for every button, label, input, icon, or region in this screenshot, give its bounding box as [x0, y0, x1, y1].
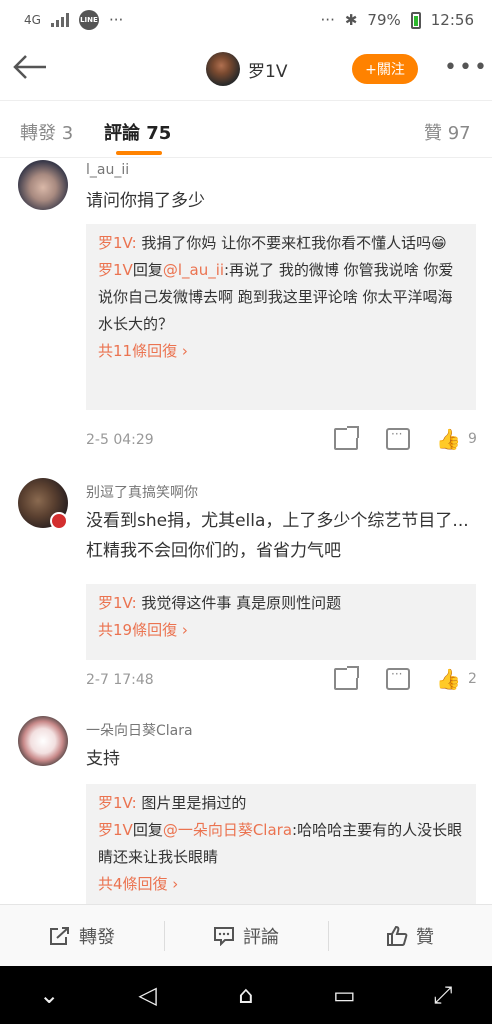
more-replies-link[interactable]: 共11條回復 ›: [98, 338, 464, 365]
share-icon[interactable]: [334, 666, 359, 690]
comment-date: 2-5 04:29: [86, 432, 154, 448]
comments-list: l_au_ii 请问你捐了多少 罗1V: 我捐了你妈 让你不要来杠我你看不懂人话…: [0, 160, 492, 904]
tab-likes[interactable]: 贊 97: [424, 119, 471, 145]
comment-date: 2-7 17:48: [86, 672, 154, 688]
comment-meta: 2-5 04:29 👍 9: [86, 426, 482, 454]
reply-text: 图片里是捐过的: [136, 794, 247, 812]
avatar[interactable]: [18, 160, 68, 210]
like-icon[interactable]: 👍: [436, 668, 461, 690]
active-tab-indicator: [116, 151, 162, 155]
reply-item: 罗1V: 图片里是捐过的: [98, 790, 464, 817]
chevron-down-icon[interactable]: ⌄: [19, 981, 79, 1009]
reply-item: 罗1V: 我捐了你妈 让你不要来杠我你看不懂人话吗😁: [98, 230, 464, 257]
reply-icon[interactable]: [386, 667, 410, 690]
reply-author[interactable]: 罗1V: [98, 261, 133, 279]
page-title: 罗1V: [248, 61, 288, 82]
thumbs-up-icon: [386, 925, 408, 946]
badge-icon: [50, 512, 68, 530]
reply-author[interactable]: 罗1V:: [98, 794, 137, 812]
follow-button[interactable]: +關注: [352, 54, 418, 84]
comment-text: 支持: [86, 749, 120, 769]
like-button[interactable]: 贊: [328, 905, 492, 966]
share-icon[interactable]: [334, 426, 359, 450]
comment-button[interactable]: 評論: [164, 905, 328, 966]
reply-author[interactable]: 罗1V: [98, 821, 133, 839]
clock: 12:56: [430, 11, 474, 29]
repost-button[interactable]: 轉發: [0, 905, 164, 966]
status-left: 4G LINE ···: [24, 10, 123, 30]
reply-box[interactable]: 罗1V: 图片里是捐过的 罗1V回复@一朵向日葵Clara:哈哈哈主要有的人没长…: [86, 784, 476, 904]
like-count: 9: [468, 431, 477, 447]
reply-author[interactable]: 罗1V:: [98, 234, 137, 252]
reply-item: 罗1V回复@l_au_ii:再说了 我的微博 你管我说啥 你爱说你自己发微博去啊…: [98, 257, 464, 338]
recent-apps-icon[interactable]: ▭: [314, 981, 374, 1009]
commenter-name[interactable]: 一朵向日葵Clara: [86, 720, 193, 740]
more-notifications-label: ···: [108, 11, 124, 29]
comment-text: 请问你捐了多少: [86, 191, 205, 211]
back-arrow-icon[interactable]: [12, 52, 52, 86]
weibo-comments-screen: 4G LINE ··· ··· ✱ 79% 12:56 罗1V +關注 ••• …: [0, 0, 492, 1024]
reply-author[interactable]: 罗1V:: [98, 594, 137, 612]
reply-item: 罗1V回复@一朵向日葵Clara:哈哈哈主要有的人没长眼睛还来让我长眼睛: [98, 817, 464, 871]
status-right: ··· ✱ 79% 12:56: [321, 11, 474, 29]
more-replies-link[interactable]: 共4條回復 ›: [98, 871, 464, 898]
reply-text: 我捐了你妈 让你不要来杠我你看不懂人话吗😁: [136, 234, 447, 252]
avatar[interactable]: [206, 52, 240, 86]
commenter-name[interactable]: 别逗了真搞笑啊你: [86, 482, 198, 502]
tabs-bar: 轉發 3 評論 75 贊 97: [0, 100, 492, 158]
comment-text: 没看到she捐，尤其ella，上了多少个综艺节目了...杠精我不会回你们的，省省…: [86, 511, 469, 561]
bluetooth-icon: ✱: [344, 11, 358, 29]
more-replies-link[interactable]: 共19條回復 ›: [98, 617, 464, 644]
repost-label: 轉發: [79, 926, 115, 948]
reply-box[interactable]: 罗1V: 我觉得这件事 真是原则性问题 共19條回復 ›: [86, 584, 476, 660]
header: 罗1V +關注 •••: [0, 40, 492, 98]
like-icon[interactable]: 👍: [436, 428, 461, 450]
more-options-icon[interactable]: •••: [444, 57, 489, 79]
line-app-icon: LINE: [78, 10, 99, 30]
author-info[interactable]: 罗1V: [206, 52, 287, 86]
system-navbar: ⌄ ◁ ⌂ ▭ ⤢: [0, 966, 492, 1024]
reply-prefix: 回复: [132, 261, 163, 279]
avatar[interactable]: [18, 716, 68, 766]
battery-label: 79%: [367, 11, 401, 29]
commenter-name[interactable]: l_au_ii: [86, 162, 129, 178]
status-dots: ···: [320, 11, 335, 29]
network-label: 4G: [24, 13, 41, 27]
reply-item: 罗1V: 我觉得这件事 真是原则性问题: [98, 590, 464, 617]
like-count: 2: [468, 671, 477, 687]
comment-meta: 2-7 17:48 👍 2: [86, 666, 482, 694]
reply-prefix: 回复: [132, 821, 163, 839]
home-icon[interactable]: ⌂: [216, 981, 276, 1009]
tab-reposts[interactable]: 轉發 3: [20, 119, 73, 145]
reply-mention[interactable]: @l_au_ii: [163, 261, 224, 279]
signal-icon: [50, 13, 69, 27]
like-label: 贊: [416, 926, 434, 948]
comment-icon: [213, 926, 235, 946]
repost-icon: [49, 926, 71, 946]
tab-comments[interactable]: 評論 75: [104, 119, 171, 145]
battery-icon: [410, 11, 421, 29]
status-bar: 4G LINE ··· ··· ✱ 79% 12:56: [0, 0, 492, 40]
back-icon[interactable]: ◁: [118, 981, 178, 1009]
reply-box[interactable]: 罗1V: 我捐了你妈 让你不要来杠我你看不懂人话吗😁 罗1V回复@l_au_ii…: [86, 224, 476, 410]
reply-mention[interactable]: @一朵向日葵Clara: [163, 821, 292, 839]
comment-label: 評論: [243, 926, 279, 948]
reply-text: 我觉得这件事 真是原则性问题: [136, 594, 342, 612]
reply-icon[interactable]: [386, 427, 410, 450]
expand-icon[interactable]: ⤢: [413, 981, 473, 1009]
bottom-action-bar: 轉發 評論 贊: [0, 904, 492, 966]
